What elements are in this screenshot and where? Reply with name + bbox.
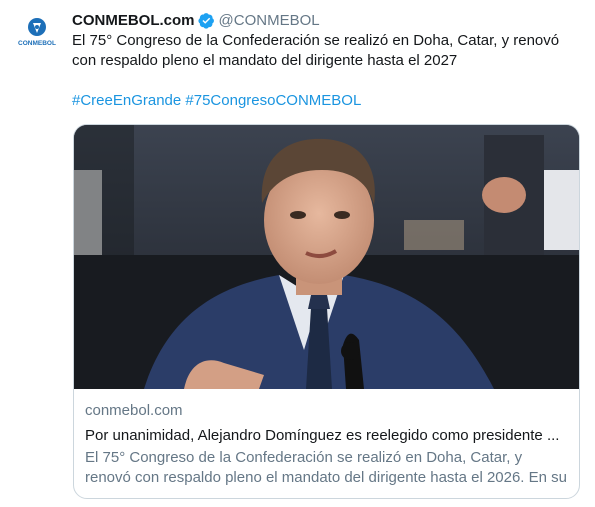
tweet-content: CONMEBOL.com @CONMEBOL El 75° Congreso d…	[72, 10, 580, 111]
card-description: El 75° Congreso de la Confederación se r…	[85, 449, 567, 499]
hashtag-link[interactable]: #CreeEnGrande	[72, 92, 181, 109]
tweet-header: CONMEBOL.com @CONMEBOL	[72, 10, 580, 30]
tweet-text: El 75° Congreso de la Confederación se r…	[72, 32, 560, 69]
avatar-wordmark: CONMEBOL	[18, 40, 56, 47]
card-domain[interactable]: conmebol.com	[85, 401, 568, 420]
card-image[interactable]	[74, 125, 579, 389]
card-meta: conmebol.com Por unanimidad, Alejandro D…	[74, 389, 579, 499]
avatar[interactable]: CONMEBOL	[16, 12, 58, 54]
verified-badge-icon	[197, 12, 215, 29]
card-photo	[74, 125, 579, 389]
conmebol-logo: CONMEBOL	[18, 18, 56, 47]
user-handle[interactable]: @CONMEBOL	[219, 12, 320, 29]
card-title[interactable]: Por unanimidad, Alejandro Domínguez es r…	[85, 426, 568, 446]
tweet-hashtags: #CreeEnGrande #75CongresoCONMEBOL	[72, 91, 580, 111]
display-name[interactable]: CONMEBOL.com	[72, 12, 195, 29]
link-card[interactable]: conmebol.com Por unanimidad, Alejandro D…	[73, 124, 580, 499]
hashtag-link[interactable]: #75CongresoCONMEBOL	[185, 92, 361, 109]
